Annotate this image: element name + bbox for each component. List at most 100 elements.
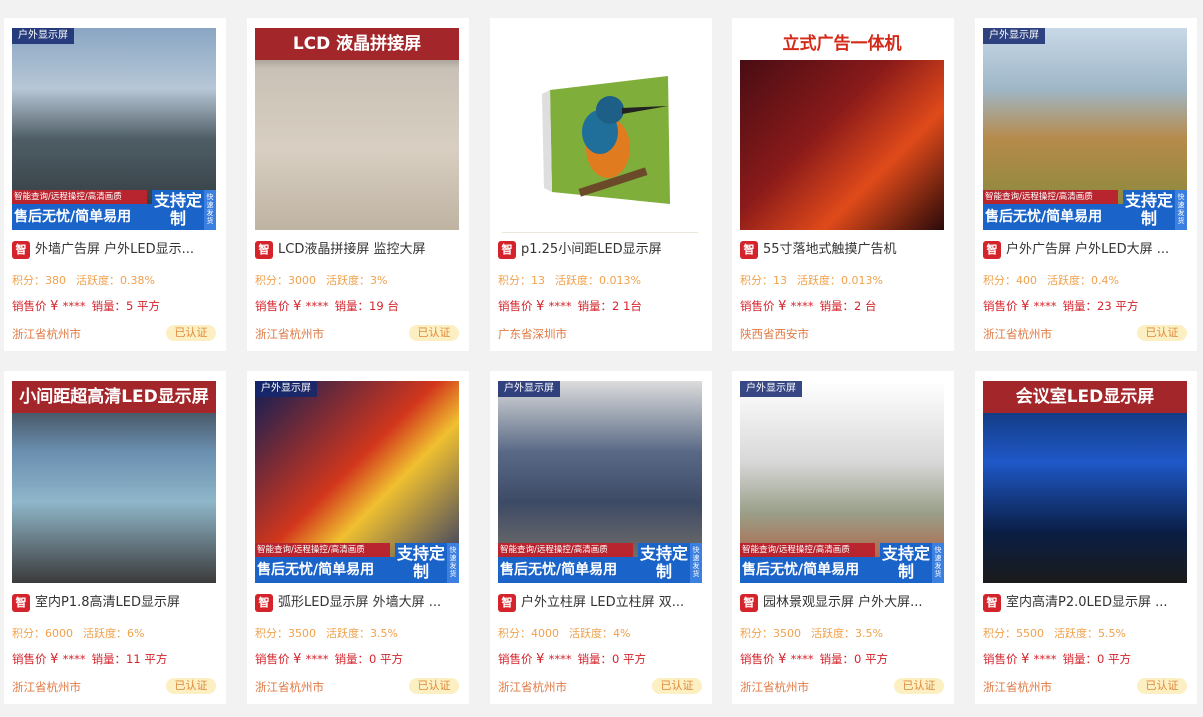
brand-icon: 智 xyxy=(983,241,1001,259)
product-title[interactable]: 智户外立柱屏 LED立柱屏 双... xyxy=(498,593,704,613)
product-stats: 积分：13 活跃度：0.013% xyxy=(740,272,883,288)
product-title[interactable]: 智户外广告屏 户外LED大屏 ... xyxy=(983,240,1189,260)
price-currency: ¥ xyxy=(1021,299,1034,314)
price-value: **** xyxy=(548,299,572,313)
product-title[interactable]: 智弧形LED显示屏 外墙大屏 ... xyxy=(255,593,461,613)
price-label: 销售价 xyxy=(498,299,537,313)
price-value: **** xyxy=(62,299,86,313)
product-price: 销售价 ¥ **** 销量：0 平方 xyxy=(983,651,1131,667)
score-value: 积分：3500 xyxy=(255,627,316,640)
product-title-text[interactable]: 外墙广告屏 户外LED显示... xyxy=(35,242,194,257)
product-image[interactable]: 户外显示屏 智能查询/远程操控/高清画质 售后无忧/简单易用 支持定制 快速发货 xyxy=(498,381,702,583)
product-card[interactable]: 立式广告一体机智 55寸落地式触摸广告机 积分：13 活跃度：0.013% 销售价 ¥ … xyxy=(732,18,954,351)
brand-icon: 智 xyxy=(255,241,273,259)
promo-banner: 智能查询/远程操控/高清画质 售后无忧/简单易用 支持定制 快速发货 xyxy=(255,543,459,583)
activity-value: 活跃度：3.5% xyxy=(326,627,398,640)
certified-badge: 已认证 xyxy=(1137,325,1187,341)
product-price: 销售价 ¥ **** 销量：19 台 xyxy=(255,298,399,314)
product-card[interactable]: LCD 液晶拼接屏智 LCD液晶拼接屏 监控大屏积分：3000 活跃度：3% 销售价 … xyxy=(247,18,469,351)
product-title-text[interactable]: 室内高清P2.0LED显示屏 ... xyxy=(1006,595,1168,610)
promo-service-text: 售后无忧/简单易用 xyxy=(983,204,1123,230)
product-image[interactable]: 会议室LED显示屏 xyxy=(983,381,1187,583)
promo-support-text: 支持定制 xyxy=(395,543,447,583)
seller-location: 浙江省杭州市 xyxy=(983,327,1052,341)
promo-service-text: 售后无忧/简单易用 xyxy=(498,557,638,583)
price-label: 销售价 xyxy=(12,652,51,666)
seller-location: 广东省深圳市 xyxy=(498,327,567,341)
product-image[interactable]: 小间距超高清LED显示屏 xyxy=(12,381,216,583)
score-value: 积分：3000 xyxy=(255,274,316,287)
price-value: **** xyxy=(62,652,86,666)
product-title-text[interactable]: 弧形LED显示屏 外墙大屏 ... xyxy=(278,595,441,610)
product-card[interactable]: 户外显示屏智能查询/远程操控/高清画质 售后无忧/简单易用 支持定制 快速发货智户外广… xyxy=(975,18,1197,351)
promo-features-text: 智能查询/远程操控/高清画质 xyxy=(12,190,147,204)
activity-value: 活跃度：0.4% xyxy=(1047,274,1119,287)
promo-fast-text: 快速发货 xyxy=(204,190,216,230)
promo-fast-text: 快速发货 xyxy=(690,543,702,583)
product-stats: 积分：380 活跃度：0.38% xyxy=(12,272,155,288)
product-image[interactable]: 户外显示屏 智能查询/远程操控/高清画质 售后无忧/简单易用 支持定制 快速发货 xyxy=(12,28,216,230)
product-stats: 积分：3500 活跃度：3.5% xyxy=(740,625,883,641)
seller-location: 浙江省杭州市 xyxy=(255,327,324,341)
product-image[interactable]: 户外显示屏 智能查询/远程操控/高清画质 售后无忧/简单易用 支持定制 快速发货 xyxy=(255,381,459,583)
image-divider xyxy=(502,232,698,233)
product-card[interactable]: 户外显示屏 智能查询/远程操控/高清画质 售后无忧/简单易用 支持定制 快速发货智外墙广… xyxy=(4,18,226,351)
product-image[interactable]: LCD 液晶拼接屏 xyxy=(255,28,459,230)
seller-location: 浙江省杭州市 xyxy=(12,327,81,341)
product-card[interactable]: 户外显示屏 智能查询/远程操控/高清画质 售后无忧/简单易用 支持定制 快速发货智园林景… xyxy=(732,371,954,704)
product-card[interactable]: 小间距超高清LED显示屏智室内P1.8高清LED显示屏 积分：6000 活跃度：6%… xyxy=(4,371,226,704)
brand-icon: 智 xyxy=(498,594,516,612)
activity-value: 活跃度：6% xyxy=(83,627,145,640)
activity-value: 活跃度：3% xyxy=(326,274,388,287)
bird-panel-illustration xyxy=(542,76,670,204)
promo-features-text: 智能查询/远程操控/高清画质 xyxy=(983,190,1118,204)
product-title[interactable]: 智室内P1.8高清LED显示屏 xyxy=(12,593,218,613)
product-title[interactable]: 智外墙广告屏 户外LED显示... xyxy=(12,240,218,260)
product-image[interactable]: 户外显示屏 智能查询/远程操控/高清画质 售后无忧/简单易用 支持定制 快速发货 xyxy=(740,381,944,583)
price-label: 销售价 xyxy=(740,652,779,666)
image-category-tag: 户外显示屏 xyxy=(983,28,1045,44)
product-title[interactable]: 智 55寸落地式触摸广告机 xyxy=(740,240,946,260)
score-value: 积分：5500 xyxy=(983,627,1044,640)
price-currency: ¥ xyxy=(536,299,549,314)
brand-icon: 智 xyxy=(255,594,273,612)
price-currency: ¥ xyxy=(50,299,63,314)
product-price: 销售价 ¥ **** 销量：0 平方 xyxy=(498,651,646,667)
promo-banner: 智能查询/远程操控/高清画质 售后无忧/简单易用 支持定制 快速发货 xyxy=(740,543,944,583)
certified-badge: 已认证 xyxy=(166,325,216,341)
product-card[interactable]: 户外显示屏 智能查询/远程操控/高清画质 售后无忧/简单易用 支持定制 快速发货智弧形L… xyxy=(247,371,469,704)
sales-volume: 销量：11 平方 xyxy=(91,652,168,666)
product-title-text[interactable]: 室内P1.8高清LED显示屏 xyxy=(35,595,180,610)
product-image[interactable]: 户外显示屏智能查询/远程操控/高清画质 售后无忧/简单易用 支持定制 快速发货 xyxy=(983,28,1187,230)
sales-volume: 销量：23 平方 xyxy=(1062,299,1139,313)
product-image[interactable]: 立式广告一体机 xyxy=(740,28,944,230)
product-image[interactable] xyxy=(498,28,702,230)
sales-volume: 销量：19 台 xyxy=(334,299,399,313)
product-title-text[interactable]: 55寸落地式触摸广告机 xyxy=(763,242,897,257)
sales-volume: 销量：0 平方 xyxy=(334,652,404,666)
product-title-text[interactable]: p1.25小间距LED显示屏 xyxy=(521,242,662,257)
product-card[interactable]: 户外显示屏 智能查询/远程操控/高清画质 售后无忧/简单易用 支持定制 快速发货智户外立… xyxy=(490,371,712,704)
product-title-text[interactable]: 户外广告屏 户外LED大屏 ... xyxy=(1006,242,1169,257)
price-value: **** xyxy=(1033,652,1057,666)
activity-value: 活跃度：0.38% xyxy=(76,274,155,287)
certified-badge: 已认证 xyxy=(409,325,459,341)
product-title[interactable]: 智 LCD液晶拼接屏 监控大屏 xyxy=(255,240,461,260)
price-currency: ¥ xyxy=(293,652,306,667)
promo-support-text: 支持定制 xyxy=(880,543,932,583)
product-card[interactable]: 智 p1.25小间距LED显示屏 积分：13 活跃度：0.013% 销售价 ¥ ****… xyxy=(490,18,712,351)
product-title-text[interactable]: LCD液晶拼接屏 监控大屏 xyxy=(278,242,425,257)
product-card[interactable]: 会议室LED显示屏智室内高清P2.0LED显示屏 ... 积分：5500 活跃度：5… xyxy=(975,371,1197,704)
brand-icon: 智 xyxy=(983,594,1001,612)
product-title[interactable]: 智 p1.25小间距LED显示屏 xyxy=(498,240,704,260)
seller-location: 陕西省西安市 xyxy=(740,327,809,341)
product-title[interactable]: 智园林景观显示屏 户外大屏... xyxy=(740,593,946,613)
product-title[interactable]: 智室内高清P2.0LED显示屏 ... xyxy=(983,593,1189,613)
seller-location: 浙江省杭州市 xyxy=(740,680,809,694)
promo-banner: 智能查询/远程操控/高清画质 售后无忧/简单易用 支持定制 快速发货 xyxy=(983,190,1187,230)
product-title-text[interactable]: 户外立柱屏 LED立柱屏 双... xyxy=(521,595,684,610)
product-title-text[interactable]: 园林景观显示屏 户外大屏... xyxy=(763,595,923,610)
price-label: 销售价 xyxy=(983,652,1022,666)
seller-location: 浙江省杭州市 xyxy=(983,680,1052,694)
promo-banner: 智能查询/远程操控/高清画质 售后无忧/简单易用 支持定制 快速发货 xyxy=(498,543,702,583)
